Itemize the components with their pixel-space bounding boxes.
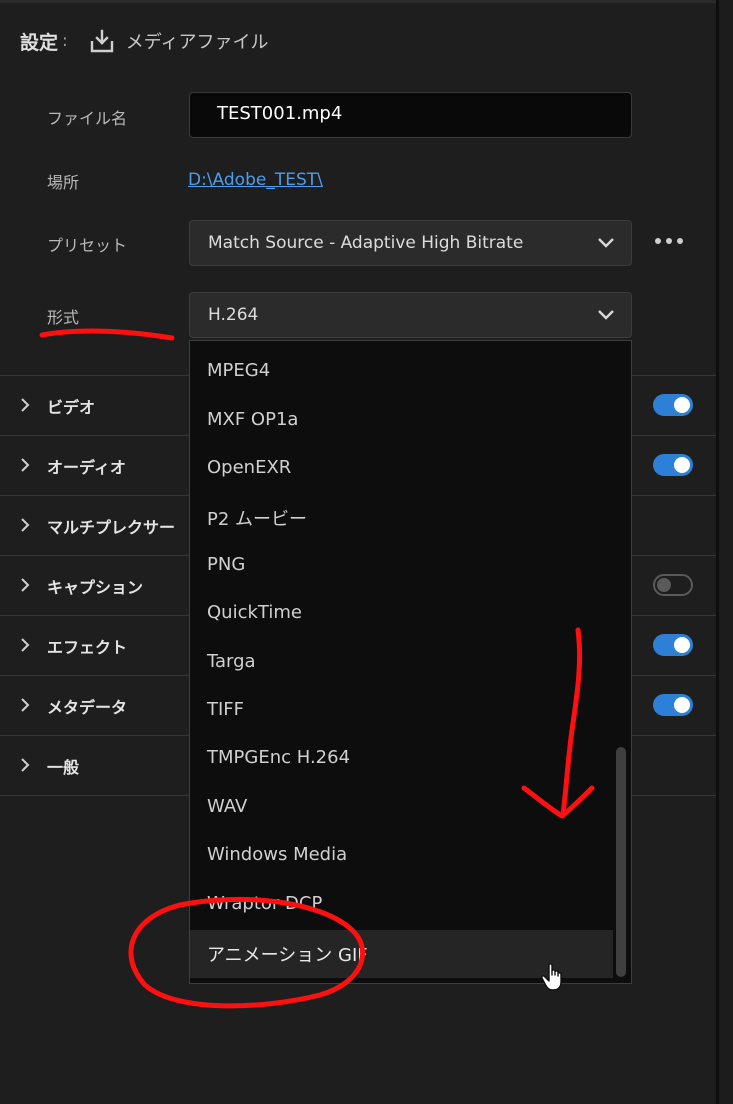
audio-export-toggle[interactable]: [653, 454, 693, 476]
chevron-right-icon: [19, 757, 31, 773]
format-option-label: WAV: [207, 796, 248, 817]
format-option[interactable]: Windows Media: [190, 833, 613, 881]
chevron-right-icon: [19, 517, 31, 533]
preset-value: Match Source - Adaptive High Bitrate: [208, 233, 524, 253]
format-option-label: Targa: [207, 651, 256, 672]
format-option[interactable]: MXF OP1a: [190, 398, 613, 446]
format-option[interactable]: Targa: [190, 640, 613, 688]
dropdown-scrollbar[interactable]: [615, 347, 627, 977]
chevron-right-icon: [19, 637, 31, 653]
metadata-export-toggle[interactable]: [653, 694, 693, 716]
section-label: ビデオ: [47, 398, 96, 417]
chevron-right-icon: [19, 577, 31, 593]
media-type-label: メディアファイル: [125, 32, 269, 53]
format-option-label: TIFF: [207, 699, 245, 720]
chevron-down-icon: [597, 307, 615, 321]
section-label: メタデータ: [47, 698, 128, 717]
format-option[interactable]: QuickTime: [190, 591, 613, 639]
format-label: 形式: [47, 308, 80, 327]
format-option[interactable]: Wraptor DCP: [190, 882, 613, 930]
format-option[interactable]: P2 ムービー: [190, 494, 613, 542]
adjacent-panel-edge: [719, 0, 733, 1104]
top-edge: [0, 0, 716, 3]
section-label: オーディオ: [47, 458, 126, 477]
format-option[interactable]: OpenEXR: [190, 446, 613, 494]
section-label: 一般: [47, 758, 80, 777]
underline-annotation: [39, 328, 175, 341]
format-option[interactable]: PNG: [190, 543, 613, 591]
chevron-right-icon: [19, 697, 31, 713]
format-option[interactable]: WAV: [190, 785, 613, 833]
format-select[interactable]: H.264: [189, 292, 632, 338]
header-colon: :: [62, 31, 68, 51]
format-option-label: TMPGEnc H.264: [207, 747, 351, 768]
format-option-label: アニメーション GIF: [207, 945, 368, 966]
chevron-right-icon: [19, 397, 31, 413]
format-value: H.264: [208, 305, 259, 325]
filename-value: TEST001.mp4: [217, 103, 343, 124]
section-label: エフェクト: [47, 638, 128, 657]
format-option[interactable]: TMPGEnc H.264: [190, 736, 613, 784]
download-tray-icon: [88, 27, 116, 55]
preset-select[interactable]: Match Source - Adaptive High Bitrate: [189, 220, 632, 266]
format-option-label: MPEG4: [207, 360, 271, 381]
format-dropdown-list[interactable]: MPEG4 MXF OP1a OpenEXR P2 ムービー PNG Quick…: [189, 340, 632, 984]
more-options-icon[interactable]: [655, 234, 683, 248]
settings-title: 設定: [20, 31, 59, 54]
filename-input[interactable]: TEST001.mp4: [189, 92, 632, 138]
format-option-label: OpenEXR: [207, 457, 292, 478]
chevron-down-icon: [597, 235, 615, 249]
section-label: キャプション: [47, 578, 144, 597]
format-option-label: QuickTime: [207, 602, 302, 623]
filename-label: ファイル名: [47, 109, 128, 128]
format-option-label: MXF OP1a: [207, 409, 299, 430]
location-link[interactable]: D:\Adobe_TEST\: [188, 170, 323, 190]
format-option[interactable]: MPEG4: [190, 349, 613, 397]
chevron-right-icon: [19, 457, 31, 473]
format-option-label: P2 ムービー: [207, 509, 308, 530]
location-label: 場所: [47, 173, 80, 192]
format-option-label: PNG: [207, 554, 246, 575]
video-export-toggle[interactable]: [653, 394, 693, 416]
captions-export-toggle[interactable]: [653, 574, 693, 596]
format-option[interactable]: TIFF: [190, 688, 613, 736]
hand-cursor-icon: [541, 963, 562, 991]
format-option-label: Windows Media: [207, 844, 348, 865]
effects-export-toggle[interactable]: [653, 634, 693, 656]
format-option-label: Wraptor DCP: [207, 893, 323, 914]
scrollbar-thumb[interactable]: [616, 747, 626, 977]
preset-label: プリセット: [47, 236, 128, 255]
settings-header: 設定 : メディアファイル: [20, 26, 269, 56]
section-label: マルチプレクサー: [47, 518, 176, 537]
